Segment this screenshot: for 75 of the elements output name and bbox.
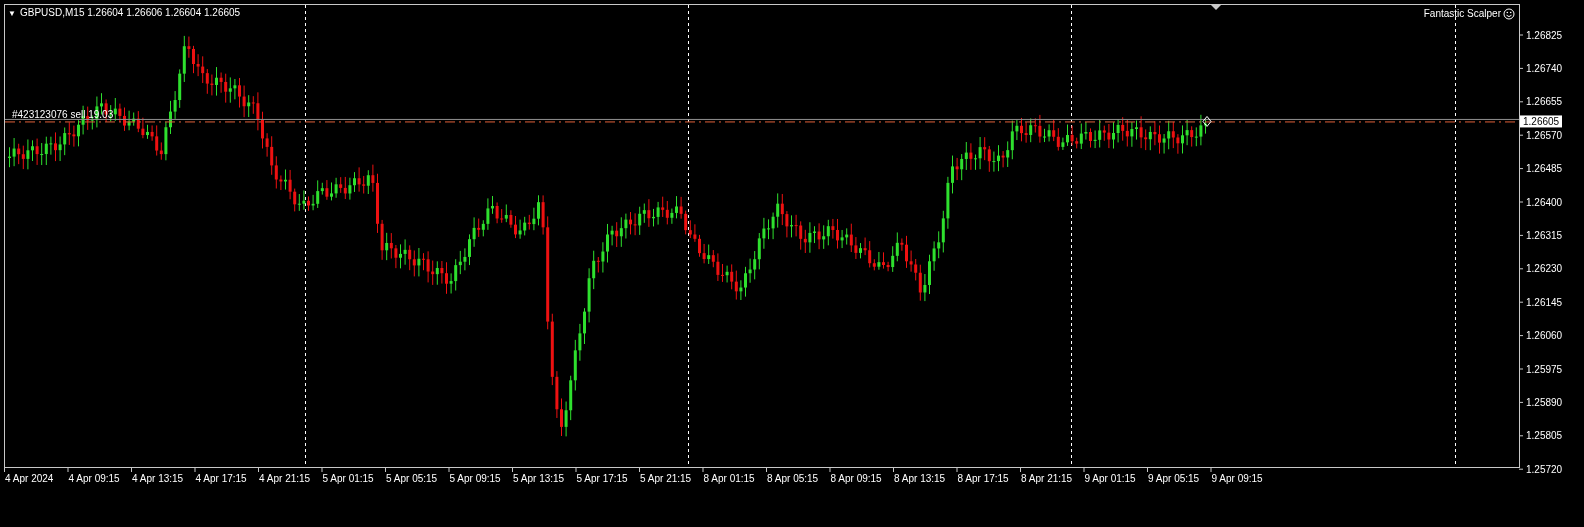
tick-mark: [956, 466, 958, 473]
time-label: 5 Apr 05:15: [386, 473, 438, 484]
time-label: 9 Apr 05:15: [1148, 473, 1200, 484]
tick-mark: [448, 466, 450, 473]
tick-mark: [1083, 466, 1085, 473]
tick-mark: [1518, 134, 1524, 136]
time-label: 9 Apr 01:15: [1084, 473, 1136, 484]
time-label: 4 Apr 21:15: [259, 473, 311, 484]
time-label: 4 Apr 17:15: [195, 473, 247, 484]
time-label: 8 Apr 05:15: [767, 473, 819, 484]
tick-mark: [766, 466, 767, 473]
time-label: 5 Apr 21:15: [640, 473, 692, 484]
tick-mark: [639, 466, 640, 473]
price-label: 1.26485: [1526, 163, 1563, 175]
tick-mark: [385, 466, 386, 473]
tick-mark: [1020, 466, 1021, 473]
tick-mark: [1518, 67, 1524, 69]
tick-mark: [1518, 435, 1524, 437]
price-label: 1.26825: [1526, 29, 1563, 41]
shift-marker-icon[interactable]: [1211, 5, 1221, 10]
symbol-info: GBPUSD,M15 1.26604 1.26606 1.26604 1.26605: [20, 7, 241, 18]
tick-mark: [1518, 234, 1524, 236]
tick-mark: [258, 466, 259, 473]
tick-mark: [893, 466, 894, 473]
time-label: 9 Apr 09:15: [1211, 473, 1263, 484]
price-label: 1.26315: [1526, 229, 1563, 241]
tick-mark: [67, 466, 69, 473]
tick-mark: [829, 466, 831, 473]
time-label: 5 Apr 13:15: [513, 473, 565, 484]
tick-mark: [1518, 101, 1524, 103]
tick-mark: [1147, 466, 1148, 473]
price-label: 1.26060: [1526, 330, 1563, 342]
tick-mark: [4, 466, 5, 473]
tick-mark: [1518, 268, 1524, 270]
time-label: 4 Apr 13:15: [132, 473, 184, 484]
tick-mark: [194, 466, 196, 473]
time-label: 8 Apr 13:15: [894, 473, 946, 484]
time-label: 8 Apr 01:15: [703, 473, 755, 484]
tick-mark: [702, 466, 704, 473]
price-label: 1.26570: [1526, 129, 1563, 141]
time-label: 8 Apr 17:15: [957, 473, 1009, 484]
tick-mark: [1518, 401, 1524, 403]
time-label: 5 Apr 01:15: [322, 473, 374, 484]
dropdown-arrow[interactable]: ▼: [8, 9, 16, 18]
time-label: 8 Apr 09:15: [830, 473, 882, 484]
price-label: 1.25890: [1526, 396, 1563, 408]
time-label: 4 Apr 09:15: [68, 473, 120, 484]
smiley-icon: [1503, 8, 1515, 20]
tick-mark: [1518, 368, 1524, 370]
price-label: 1.26400: [1526, 196, 1563, 208]
indicator-label: Fantastic Scalper: [1423, 8, 1501, 19]
price-label: 1.25975: [1526, 363, 1563, 375]
tick-mark: [1518, 335, 1524, 337]
time-label: 5 Apr 09:15: [449, 473, 501, 484]
time-label: 4 Apr 2024: [5, 473, 54, 484]
price-label: 1.26655: [1526, 96, 1563, 108]
tick-mark: [1210, 466, 1212, 473]
price-label: 1.26145: [1526, 296, 1563, 308]
tick-mark: [131, 466, 132, 473]
tick-mark: [1518, 34, 1524, 36]
price-label: 1.25720: [1526, 463, 1563, 475]
tick-mark: [1518, 201, 1524, 203]
tick-mark: [1518, 168, 1524, 170]
tick-mark: [575, 466, 577, 473]
price-label: 1.26740: [1526, 62, 1563, 74]
tick-mark: [1518, 301, 1524, 303]
diamond-icon: [1202, 115, 1212, 127]
price-label: 1.25805: [1526, 430, 1563, 442]
tick-mark: [1518, 468, 1524, 470]
current-price-label: 1.26605: [1520, 115, 1562, 128]
tick-mark: [321, 466, 323, 473]
time-label: 8 Apr 21:15: [1021, 473, 1073, 484]
tick-mark: [512, 466, 513, 473]
price-label: 1.26230: [1526, 263, 1563, 275]
time-label: 5 Apr 17:15: [576, 473, 628, 484]
